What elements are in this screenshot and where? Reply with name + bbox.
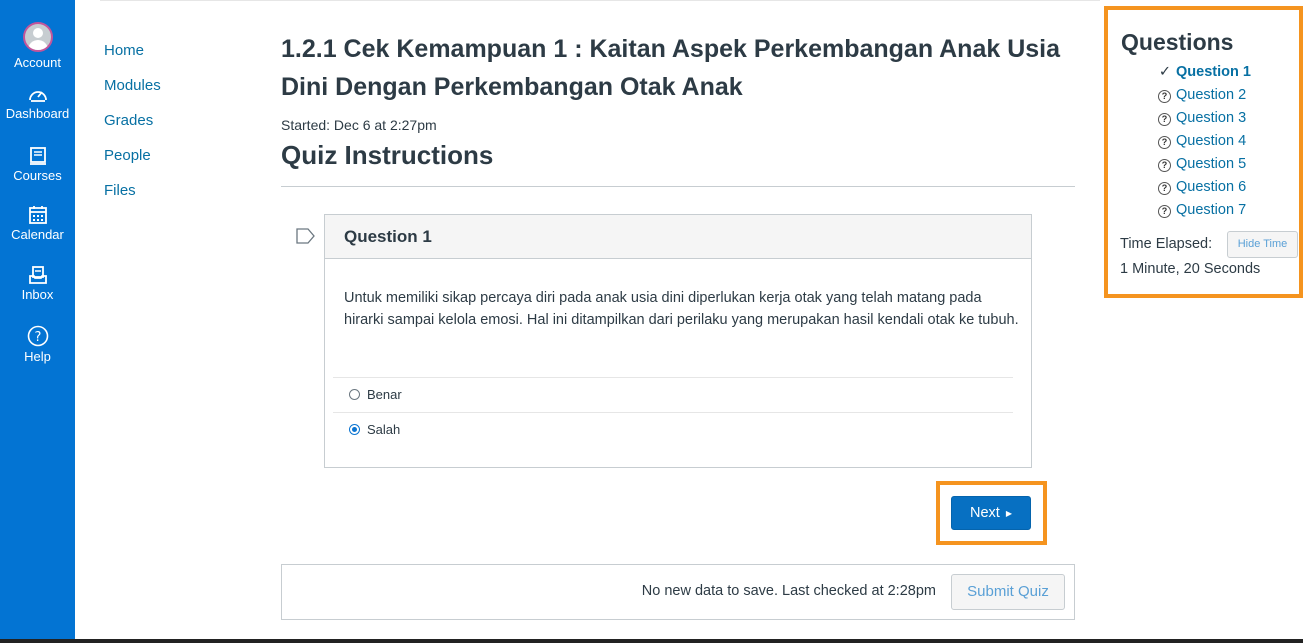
dashboard-icon: [28, 91, 47, 102]
quiz-started-time: Started: Dec 6 at 2:27pm: [281, 117, 437, 133]
global-nav-dashboard[interactable]: Dashboard: [0, 84, 75, 121]
answer-label-salah: Salah: [367, 422, 401, 437]
help-icon: ?: [27, 325, 48, 347]
question-link-2[interactable]: ? Question 2: [1158, 84, 1251, 107]
question-link-2-label: Question 2: [1176, 87, 1247, 103]
question-mark-icon: ?: [1158, 136, 1171, 149]
question-text: Untuk memiliki sikap percaya diri pada a…: [344, 290, 1019, 328]
course-nav-files[interactable]: Files: [104, 173, 161, 208]
answer-radio-salah[interactable]: [349, 424, 360, 435]
answer-option-benar[interactable]: Benar: [333, 377, 1013, 413]
next-button[interactable]: Next ▶: [951, 496, 1031, 530]
top-divider: [100, 0, 1100, 1]
question-link-1[interactable]: ✓ Question 1: [1158, 61, 1251, 84]
question-link-3[interactable]: ? Question 3: [1158, 107, 1251, 130]
hide-time-button[interactable]: Hide Time: [1227, 231, 1298, 258]
question-card: Question 1 Untuk memiliki sikap percaya …: [324, 214, 1032, 468]
quiz-instructions-heading: Quiz Instructions: [281, 140, 494, 170]
autosave-status: No new data to save. Last checked at 2:2…: [641, 583, 936, 599]
caret-right-icon: ▶: [1005, 509, 1012, 518]
global-nav-help-label: Help: [24, 349, 51, 364]
inbox-icon: [28, 266, 47, 284]
question-link-3-label: Question 3: [1176, 110, 1247, 126]
course-nav-modules[interactable]: Modules: [104, 68, 161, 103]
time-elapsed-value: 1 Minute, 20 Seconds: [1120, 261, 1261, 277]
global-nav-dashboard-label: Dashboard: [5, 106, 70, 121]
course-nav-people[interactable]: People: [104, 138, 161, 173]
questions-sidebar-title: Questions: [1121, 29, 1234, 55]
question-link-7[interactable]: ? Question 7: [1158, 199, 1251, 222]
global-nav-account[interactable]: Account: [0, 22, 75, 70]
global-nav-account-label: Account: [14, 55, 61, 70]
answer-option-salah[interactable]: Salah: [333, 412, 1013, 448]
time-elapsed-label: Time Elapsed:: [1120, 236, 1213, 252]
next-button-label: Next: [970, 505, 1000, 521]
submit-quiz-button[interactable]: Submit Quiz: [951, 574, 1065, 610]
question-mark-icon: ?: [1158, 113, 1171, 126]
question-link-4[interactable]: ? Question 4: [1158, 130, 1251, 153]
avatar: [22, 22, 53, 52]
course-nav-grades[interactable]: Grades: [104, 103, 161, 138]
question-link-5-label: Question 5: [1176, 156, 1247, 172]
answer-radio-benar[interactable]: [349, 389, 360, 400]
question-link-4-label: Question 4: [1176, 133, 1247, 149]
quiz-save-bar: No new data to save. Last checked at 2:2…: [281, 564, 1075, 620]
book-icon: [29, 147, 46, 165]
course-nav: Home Modules Grades People Files: [104, 33, 161, 208]
question-header: Question 1: [325, 215, 1031, 259]
global-nav-courses-label: Courses: [13, 168, 62, 183]
global-nav-inbox[interactable]: Inbox: [0, 265, 75, 302]
svg-text:?: ?: [34, 330, 41, 345]
global-nav-inbox-label: Inbox: [21, 287, 54, 302]
question-link-1-label: Question 1: [1176, 64, 1251, 80]
flag-question-icon[interactable]: [296, 228, 316, 244]
section-divider: [281, 186, 1075, 187]
question-mark-icon: ?: [1158, 205, 1171, 218]
global-nav-calendar-label: Calendar: [11, 227, 64, 242]
global-nav-help[interactable]: ? Help: [0, 325, 75, 364]
global-nav-courses[interactable]: Courses: [0, 146, 75, 183]
question-mark-icon: ?: [1158, 182, 1171, 195]
question-mark-icon: ?: [1158, 90, 1171, 103]
answer-label-benar: Benar: [367, 387, 402, 402]
quiz-title: 1.2.1 Cek Kemampuan 1 : Kaitan Aspek Per…: [281, 35, 1061, 101]
calendar-icon: [28, 206, 47, 224]
question-link-5[interactable]: ? Question 5: [1158, 153, 1251, 176]
global-nav: Account Dashboard Courses Calendar Inbox…: [0, 0, 75, 643]
check-icon: ✓: [1158, 64, 1172, 80]
global-nav-calendar[interactable]: Calendar: [0, 205, 75, 242]
question-link-6[interactable]: ? Question 6: [1158, 176, 1251, 199]
questions-list: ✓ Question 1 ? Question 2 ? Question 3 ? Que…: [1158, 61, 1251, 222]
question-link-6-label: Question 6: [1176, 179, 1247, 195]
bottom-border: [0, 639, 1303, 643]
question-link-7-label: Question 7: [1176, 202, 1247, 218]
question-mark-icon: ?: [1158, 159, 1171, 172]
course-nav-home[interactable]: Home: [104, 33, 161, 68]
